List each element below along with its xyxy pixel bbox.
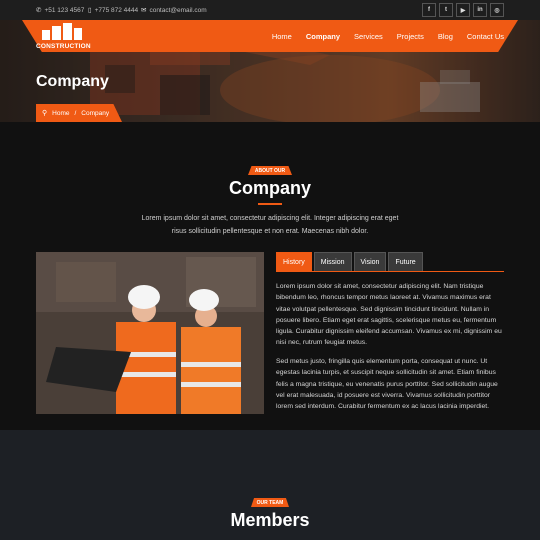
members-badge: OUR TEAM — [251, 498, 289, 507]
breadcrumb-home[interactable]: Home — [52, 110, 69, 117]
social-links: f t ▶ in ◎ — [422, 3, 504, 17]
nav-item-blog[interactable]: Blog — [438, 32, 453, 41]
twitter-icon[interactable]: t — [439, 3, 453, 17]
tab-underline — [276, 271, 504, 272]
tab-paragraph-2: Sed metus justo, fringilla quis elementu… — [276, 358, 498, 411]
tab-vision[interactable]: Vision — [353, 252, 387, 272]
page-title: Company — [36, 73, 109, 90]
youtube-icon[interactable]: ▶ — [456, 3, 470, 17]
phone-2[interactable]: ▯ +775 872 4444 — [88, 0, 138, 20]
linkedin-icon[interactable]: in — [473, 3, 487, 17]
nav-item-services[interactable]: Services — [354, 32, 383, 41]
location-pin-icon: ⚲ — [42, 110, 48, 117]
facebook-icon[interactable]: f — [422, 3, 436, 17]
phone-icon: ✆ — [36, 7, 42, 14]
tab-paragraph-1: Lorem ipsum dolor sit amet, consectetur … — [276, 283, 502, 347]
brand-name: CONSTRUCTION — [36, 43, 91, 50]
email[interactable]: ✉ contact@email.com — [141, 0, 207, 20]
engineers-photo — [36, 252, 264, 414]
about-tabs: History Mission Vision Future — [276, 252, 423, 272]
phone-1[interactable]: ✆ +51 123 4567 — [36, 0, 84, 20]
about-title: Company — [228, 178, 311, 198]
tab-future[interactable]: Future — [388, 252, 423, 272]
phone-2-text: +775 872 4444 — [94, 6, 139, 14]
breadcrumb-separator: / — [74, 109, 77, 117]
email-text: contact@email.com — [149, 6, 207, 14]
nav-item-company[interactable]: Company — [306, 32, 340, 41]
top-bar: ✆ +51 123 4567 ▯ +775 872 4444 ✉ contact… — [0, 0, 540, 20]
instagram-icon[interactable]: ◎ — [490, 3, 504, 17]
tab-history[interactable]: History — [276, 252, 312, 272]
phone-1-text: +51 123 4567 — [44, 6, 85, 14]
about-badge: ABOUT OUR — [248, 166, 292, 175]
members-title: Members — [230, 510, 310, 530]
breadcrumb-current: Company — [81, 109, 110, 117]
tab-mission[interactable]: Mission — [313, 252, 352, 272]
mobile-icon: ▯ — [88, 7, 92, 14]
about-title-underline — [258, 203, 282, 205]
nav-item-contact[interactable]: Contact Us — [467, 32, 504, 41]
envelope-icon: ✉ — [141, 7, 147, 14]
nav-item-projects[interactable]: Projects — [397, 32, 424, 41]
nav-menu: Home Company Services Projects Blog Cont… — [272, 20, 504, 52]
brand-logo[interactable]: CONSTRUCTION — [36, 23, 91, 50]
about-intro: Lorem ipsum dolor sit amet, consectetur … — [141, 215, 399, 235]
breadcrumb: ⚲ Home / Company — [36, 104, 122, 122]
nav-item-home[interactable]: Home — [272, 32, 292, 41]
